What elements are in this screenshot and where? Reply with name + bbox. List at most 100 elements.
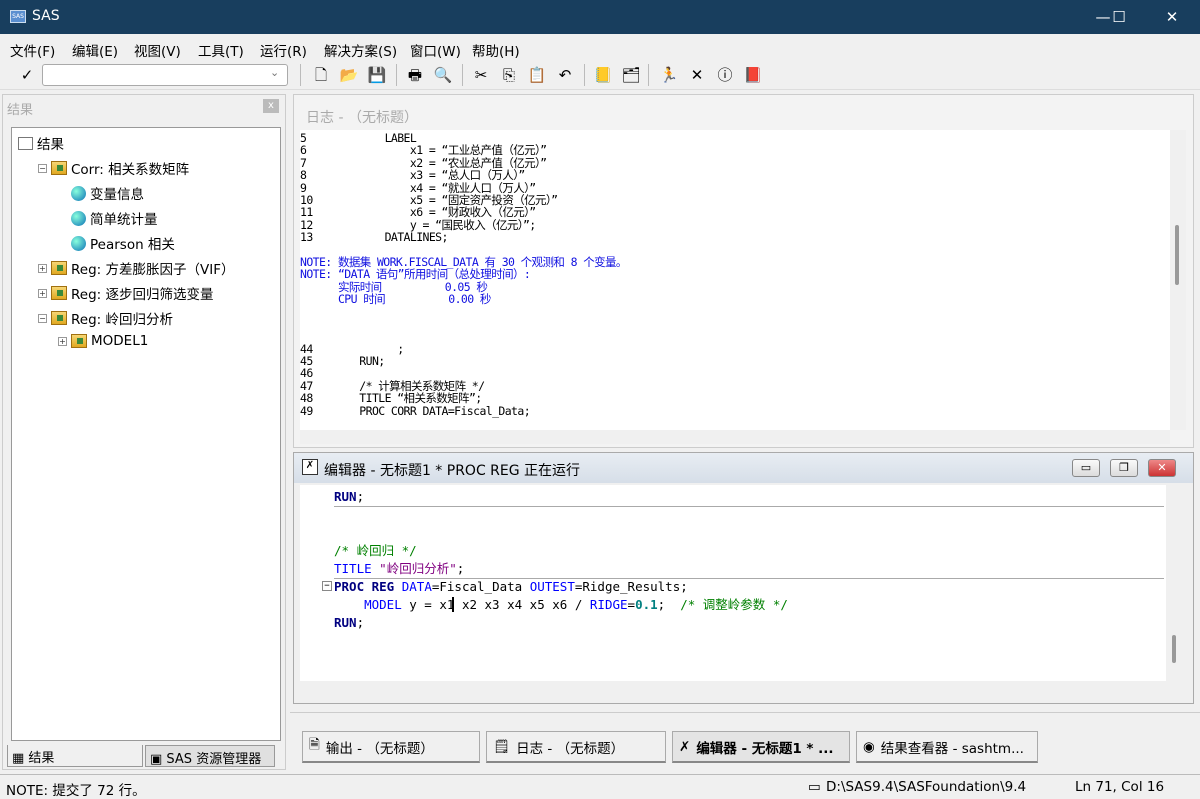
code-token: "岭回归分析" xyxy=(371,561,457,576)
collapse-icon[interactable]: − xyxy=(38,163,47,173)
tree-item-label: 简单统计量 xyxy=(90,212,158,228)
log-hscrollbar[interactable] xyxy=(300,430,1170,444)
taskbar-item[interactable]: ◉ 结果查看器 - sashtm... xyxy=(856,731,1038,763)
collapse-icon[interactable]: − xyxy=(322,581,332,591)
code-token: ; xyxy=(356,489,365,504)
help-icon[interactable]: ⓘ xyxy=(714,64,736,86)
menu-6[interactable]: 窗口(W) xyxy=(410,40,461,60)
folder-icon xyxy=(51,286,67,300)
menu-2[interactable]: 视图(V) xyxy=(134,40,181,60)
copy-icon[interactable]: ⎘ xyxy=(498,64,520,86)
tree-item[interactable]: + MODEL1 xyxy=(58,333,148,349)
menu-5[interactable]: 解决方案(S) xyxy=(324,40,397,60)
check-icon[interactable]: ✓ xyxy=(16,64,38,86)
line-text: CPU 时间 0.00 秒 xyxy=(300,292,491,307)
log-line: 44 ; xyxy=(300,342,1170,355)
tab-sas-explorer[interactable]: ▣ SAS 资源管理器 xyxy=(145,745,275,767)
code-token: =Ridge_Results; xyxy=(574,579,688,594)
editor-icon: ✗ xyxy=(679,738,691,755)
menu-3[interactable]: 工具(T) xyxy=(198,40,244,60)
editor-restore-button[interactable]: ❐ xyxy=(1110,459,1138,477)
taskbar-item[interactable]: ✗ 编辑器 - 无标题1 * ... xyxy=(672,731,850,763)
expand-icon[interactable]: + xyxy=(38,263,47,273)
title-bar: SAS SAS — ☐ ✕ xyxy=(0,0,1200,34)
taskbar-item[interactable]: 🗎 输出 - （无标题） xyxy=(302,731,480,763)
line-number: 48 xyxy=(300,391,313,406)
tree-item-label: 结果 xyxy=(37,137,64,153)
tree-item-label: Pearson 相关 xyxy=(90,237,175,253)
taskbar-label: 编辑器 - 无标题1 * ... xyxy=(696,740,834,757)
expand-icon[interactable]: + xyxy=(38,288,47,298)
tab-results[interactable]: ▦ 结果 xyxy=(7,745,143,767)
code-editor[interactable]: RUN;/* 岭回归 */TITLE "岭回归分析"; PROC REG DATA… xyxy=(300,485,1166,681)
chevron-down-icon[interactable]: ⌄ xyxy=(270,66,279,79)
code-token: RUN xyxy=(334,489,357,504)
log-scrollbar[interactable] xyxy=(1170,130,1186,430)
code-line: MODEL y = x1 x2 x3 x4 x5 x6 / RIDGE=0.1;… xyxy=(334,596,788,614)
collapse-icon[interactable]: − xyxy=(38,313,47,323)
cut-icon[interactable]: ✂ xyxy=(470,64,492,86)
submit-icon[interactable]: 🏃 xyxy=(658,64,680,86)
open-icon[interactable]: 📂 xyxy=(338,64,360,86)
clear-icon[interactable]: ✕ xyxy=(686,64,708,86)
code-token: ; xyxy=(456,561,465,576)
tree-item[interactable]: 简单统计量 xyxy=(58,208,158,228)
tree-item-label: Reg: 逐步回归筛选变量 xyxy=(71,287,214,303)
line-text: RUN; xyxy=(334,354,385,369)
tree-item[interactable]: Pearson 相关 xyxy=(58,233,175,253)
close-button[interactable]: ✕ xyxy=(1157,6,1187,28)
log-window: 日志 - （无标题） 5 LABEL 6 x1 = “工业总产值（亿元）” 7 x2… xyxy=(293,94,1194,448)
text-cursor xyxy=(452,597,454,612)
paste-icon[interactable]: 📋 xyxy=(526,64,548,86)
tree-item[interactable]: 变量信息 xyxy=(58,183,144,203)
command-input[interactable] xyxy=(42,64,288,86)
code-line: RUN; xyxy=(334,614,364,632)
log-line: 49 PROC CORR DATA=Fiscal_Data; xyxy=(300,403,1170,418)
tree-item[interactable]: − Corr: 相关系数矩阵 xyxy=(38,158,189,178)
toolbar-separator xyxy=(462,64,463,86)
taskbar-label: 结果查看器 - sashtm... xyxy=(880,740,1024,757)
print-preview-icon[interactable]: 🔍 xyxy=(432,64,454,86)
results-icon[interactable]: 🗂 xyxy=(620,64,642,86)
maximize-button[interactable]: ☐ xyxy=(1104,6,1134,28)
log-window-title: 日志 - （无标题） xyxy=(306,110,418,126)
book-icon[interactable]: 📕 xyxy=(742,64,764,86)
log-content: 5 LABEL 6 x1 = “工业总产值（亿元）” 7 x2 = “农业总产值（亿… xyxy=(300,130,1170,430)
taskbar-label: 日志 - （无标题） xyxy=(516,740,625,757)
menu-7[interactable]: 帮助(H) xyxy=(472,40,520,60)
menu-4[interactable]: 运行(R) xyxy=(260,40,307,60)
line-text: PROC CORR DATA=Fiscal_Data; xyxy=(334,403,531,418)
menu-1[interactable]: 编辑(E) xyxy=(72,40,118,60)
undo-icon[interactable]: ↶ xyxy=(554,64,576,86)
line-number: 49 xyxy=(300,403,313,418)
code-token: /* 岭回归 */ xyxy=(334,543,417,558)
explorer-icon[interactable]: 📒 xyxy=(592,64,614,86)
tree-item[interactable]: + Reg: 方差膨胀因子（VIF） xyxy=(38,258,234,278)
tree-item[interactable]: 结果 xyxy=(18,133,64,153)
new-icon[interactable]: 🗋 xyxy=(310,64,332,86)
line-number: 11 xyxy=(300,205,313,220)
editor-close-button[interactable]: ✕ xyxy=(1148,459,1176,477)
tree-item[interactable]: − Reg: 岭回归分析 xyxy=(38,308,173,328)
close-icon[interactable]: x xyxy=(263,99,279,113)
taskbar-label: 输出 - （无标题） xyxy=(325,740,434,757)
code-token: 0.1 xyxy=(635,597,658,612)
toolbar-separator xyxy=(300,64,301,86)
editor-minimize-button[interactable]: ▭ xyxy=(1072,459,1100,477)
save-icon[interactable]: 💾 xyxy=(366,64,388,86)
expand-icon[interactable]: + xyxy=(58,336,67,346)
menu-0[interactable]: 文件(F) xyxy=(10,40,55,60)
editor-hscrollbar[interactable] xyxy=(300,681,1166,697)
code-line: PROC REG DATA=Fiscal_Data OUTEST=Ridge_R… xyxy=(334,578,688,596)
taskbar-item[interactable]: 🗒 日志 - （无标题） xyxy=(486,731,666,763)
tree-item[interactable]: + Reg: 逐步回归筛选变量 xyxy=(38,283,214,303)
print-icon[interactable]: 🖶 xyxy=(404,64,426,86)
tree-item-label: 变量信息 xyxy=(90,187,144,203)
editor-scrollbar[interactable] xyxy=(1166,485,1184,681)
status-path: D:\SAS9.4\SASFoundation\9.4 xyxy=(826,779,1027,795)
globe-icon xyxy=(71,185,86,201)
window-taskbar: 🗎 输出 - （无标题） 🗒 日志 - （无标题） ✗ 编辑器 - 无标题1 * ... ◉… xyxy=(290,712,1200,770)
results-tree: 结果 − Corr: 相关系数矩阵 变量信息 简单统计量 Pearson 相关 + Reg: … xyxy=(11,127,281,741)
globe-icon xyxy=(71,235,86,251)
